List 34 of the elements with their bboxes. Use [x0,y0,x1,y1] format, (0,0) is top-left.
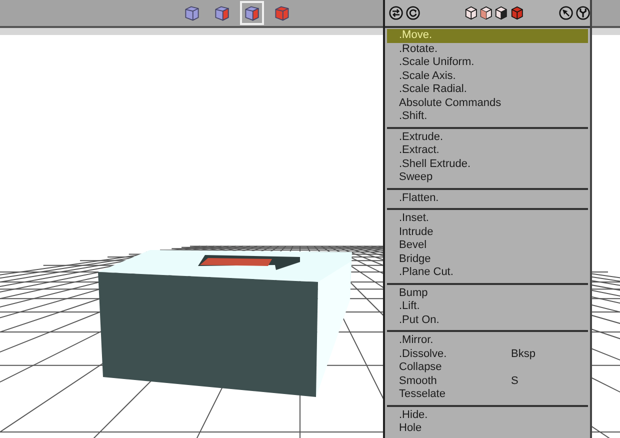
menu-item[interactable]: .Lift. [387,300,588,314]
menu-item[interactable]: Intrude [387,226,588,239]
menu-item[interactable]: .Scale Uniform. [387,56,588,70]
cube-icon[interactable] [480,5,492,21]
menu-item[interactable]: .Scale Radial. [387,83,588,96]
menu-item[interactable]: Tesselate [387,388,588,402]
menu-item[interactable]: .Move. [387,29,588,42]
menu-item[interactable]: .Extract. [387,144,588,158]
menu-item[interactable]: .Mirror. [387,334,588,348]
menu-item[interactable]: Bevel [387,239,588,252]
menu-item[interactable]: .Dissolve. Bksp [387,348,588,361]
menu-item[interactable]: Absolute Commands [387,96,588,110]
menu-item[interactable]: .Inset. [387,212,588,226]
menu-item[interactable]: Hole [387,422,588,436]
menu-item[interactable]: .Scale Axis. [387,70,588,83]
swap-arrows-icon[interactable] [389,5,404,21]
cube-icon[interactable] [495,5,508,21]
menu-item[interactable]: .Plane Cut. [387,266,588,280]
selection-mode-button[interactable] [240,1,264,25]
cursor-icon[interactable] [558,5,573,21]
menu-item[interactable]: .Shift. [387,110,588,124]
menu-item[interactable]: .Hide. [387,408,588,422]
cube-icon[interactable] [464,5,478,21]
cube-icon[interactable] [510,5,523,21]
menu-item[interactable]: Sweep [387,171,588,184]
menu-item[interactable]: .Extrude. [387,130,588,144]
menu-item[interactable]: Collapse [387,361,588,374]
menu-item[interactable]: Smooth S [387,374,588,388]
menu-item[interactable]: .Flatten. [387,192,588,205]
menu-item[interactable]: .Shell Extrude. [387,158,588,171]
menu-item[interactable]: .Put On. [387,314,588,327]
menu-item[interactable]: Bridge [387,252,588,266]
menu-item[interactable]: Bump [387,286,588,300]
menu-item[interactable]: .Rotate. [387,42,588,56]
